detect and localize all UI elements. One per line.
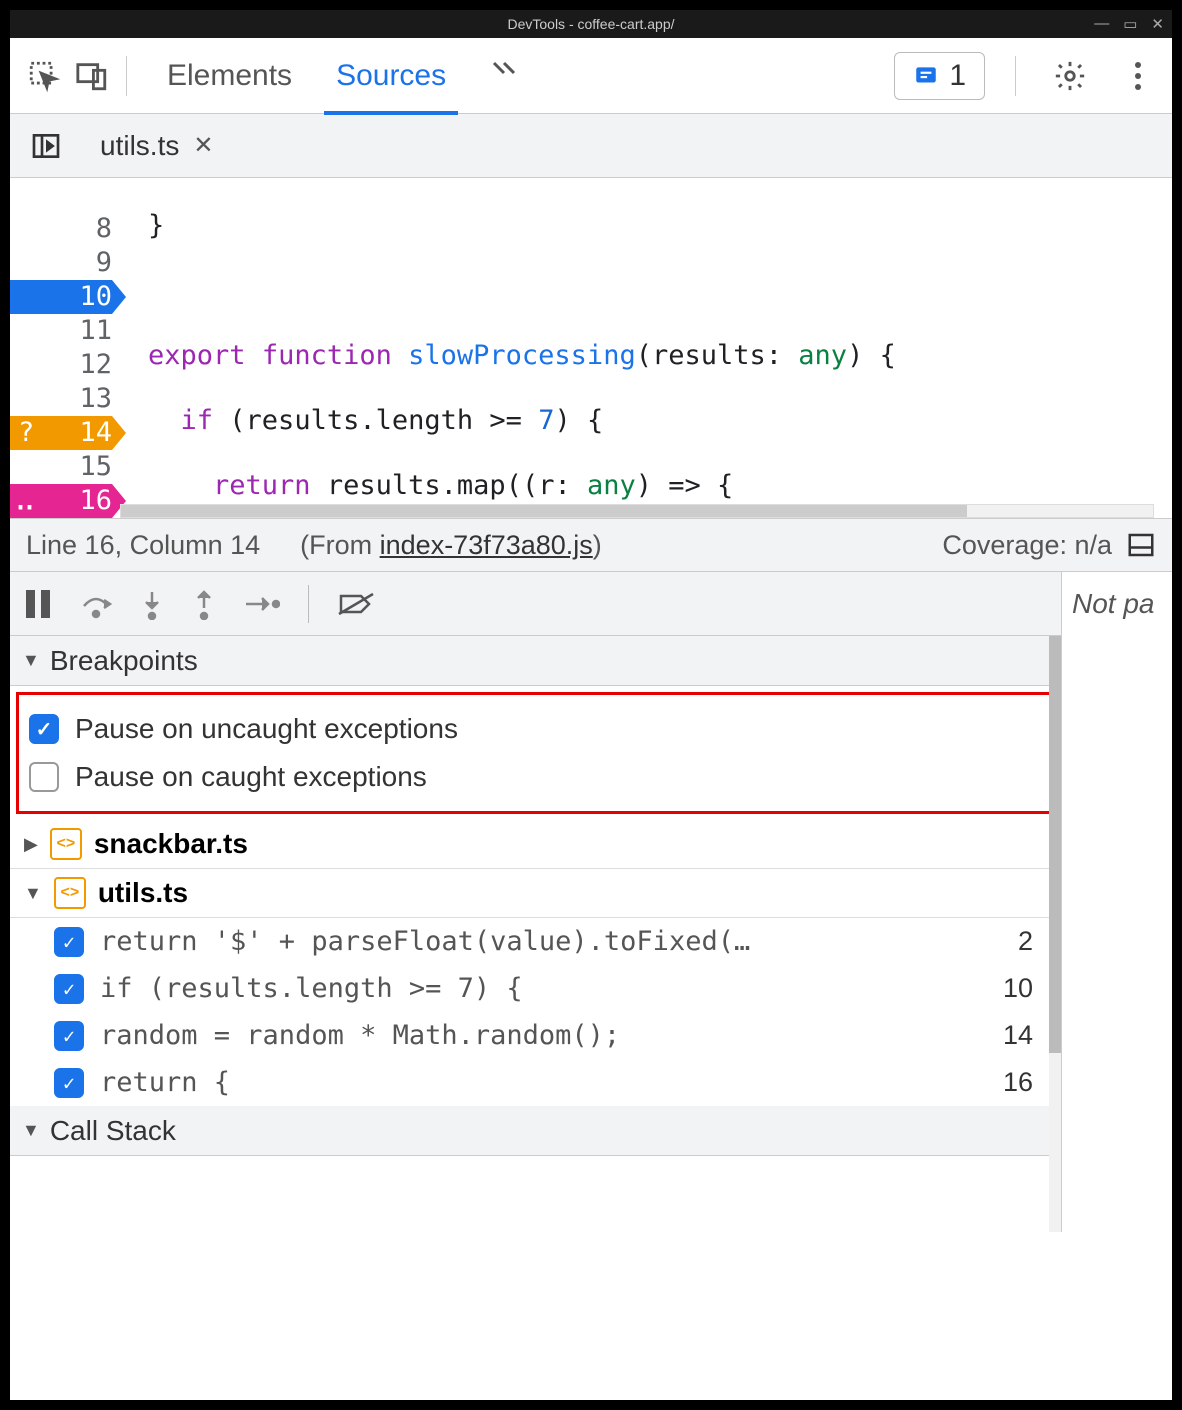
source-info: (From index-73f73a80.js)	[300, 530, 602, 561]
debug-separator	[308, 585, 309, 623]
toolbar-right: 1	[894, 52, 1162, 100]
coverage-info: Coverage: n/a	[942, 530, 1112, 561]
source-map-link[interactable]: index-73f73a80.js	[380, 530, 593, 560]
gutter-line[interactable]: 8	[10, 212, 112, 246]
script-icon: <>	[50, 828, 82, 860]
gutter-line[interactable]: 9	[10, 246, 112, 280]
code-editor[interactable]: 8 9 10 11 12 13 14 15 16 } export functi…	[10, 178, 1172, 518]
breakpoint-item[interactable]: return { 16	[10, 1059, 1061, 1106]
breakpoints-label: Breakpoints	[50, 645, 198, 677]
debug-toolbar	[10, 572, 1061, 636]
breakpoint-code: if (results.length >= 7) {	[100, 973, 523, 1004]
expand-icon: ▶	[24, 834, 38, 855]
device-toggle-icon[interactable]	[68, 52, 116, 100]
breakpoint-code: random = random * Math.random();	[100, 1020, 620, 1051]
bp-file-snackbar[interactable]: ▶ <> snackbar.ts	[10, 820, 1061, 869]
file-tab-label: utils.ts	[100, 130, 179, 162]
pause-resume-icon[interactable]	[24, 588, 52, 620]
file-tab-utils[interactable]: utils.ts ✕	[82, 114, 231, 182]
pause-uncaught-label: Pause on uncaught exceptions	[75, 713, 458, 745]
breakpoint-item[interactable]: if (results.length >= 7) { 10	[10, 965, 1061, 1012]
pause-uncaught-checkbox[interactable]	[29, 714, 59, 744]
debugger-panes: ▼ Breakpoints Pause on uncaught exceptio…	[10, 572, 1172, 1232]
gutter-line-conditional-bp[interactable]: 14	[10, 416, 112, 450]
more-tabs-icon[interactable]	[490, 41, 526, 111]
issue-icon	[913, 63, 939, 89]
callstack-label: Call Stack	[50, 1115, 176, 1147]
settings-icon[interactable]	[1046, 52, 1094, 100]
breakpoint-line: 10	[1003, 973, 1047, 1004]
titlebar: DevTools - coffee-cart.app/ — ▭ ✕	[10, 10, 1172, 38]
tab-elements[interactable]: Elements	[167, 41, 292, 111]
step-out-icon[interactable]	[192, 588, 216, 620]
close-tab-icon[interactable]: ✕	[193, 131, 213, 160]
gutter-line[interactable]	[10, 178, 112, 212]
debugger-right-pane: Not pa	[1062, 572, 1172, 1232]
gutter-line[interactable]: 15	[10, 450, 112, 484]
cursor-position: Line 16, Column 14	[26, 530, 260, 561]
breakpoint-code: return {	[100, 1067, 230, 1098]
breakpoint-line: 2	[1018, 926, 1047, 957]
inspect-element-icon[interactable]	[20, 52, 68, 100]
breakpoint-checkbox[interactable]	[54, 974, 84, 1004]
bp-file-label: utils.ts	[98, 877, 188, 909]
collapse-icon: ▼	[22, 1120, 40, 1141]
toolbar-separator	[126, 56, 127, 96]
tab-sources[interactable]: Sources	[336, 41, 446, 111]
navigator-toggle-icon[interactable]	[10, 130, 82, 162]
breakpoint-item[interactable]: return '$' + parseFloat(value).toFixed(……	[10, 918, 1061, 965]
pause-uncaught-row[interactable]: Pause on uncaught exceptions	[29, 705, 1042, 753]
minimize-button[interactable]: —	[1094, 15, 1109, 33]
breakpoint-line: 14	[1003, 1020, 1047, 1051]
breakpoints-section-header[interactable]: ▼ Breakpoints	[10, 636, 1061, 686]
window-controls: — ▭ ✕	[1094, 15, 1164, 33]
code-body[interactable]: } export function slowProcessing(results…	[138, 178, 1172, 518]
breakpoint-line: 16	[1003, 1067, 1047, 1098]
breakpoint-checkbox[interactable]	[54, 1021, 84, 1051]
collapse-icon: ▼	[22, 650, 40, 671]
pause-caught-label: Pause on caught exceptions	[75, 761, 427, 793]
breakpoints-panel: Pause on uncaught exceptions Pause on ca…	[10, 686, 1061, 1106]
issues-count: 1	[949, 59, 966, 93]
pause-caught-row[interactable]: Pause on caught exceptions	[29, 753, 1042, 801]
script-icon: <>	[54, 877, 86, 909]
editor-status-bar: Line 16, Column 14 (From index-73f73a80.…	[10, 518, 1172, 572]
step-icon[interactable]	[244, 592, 280, 616]
breakpoint-item[interactable]: random = random * Math.random(); 14	[10, 1012, 1061, 1059]
step-into-icon[interactable]	[140, 588, 164, 620]
maximize-button[interactable]: ▭	[1123, 15, 1137, 33]
bp-file-label: snackbar.ts	[94, 828, 248, 860]
breakpoint-code: return '$' + parseFloat(value).toFixed(…	[100, 926, 750, 957]
breakpoint-checkbox[interactable]	[54, 927, 84, 957]
vertical-scrollbar[interactable]	[1049, 636, 1061, 1232]
file-tab-bar: utils.ts ✕	[10, 114, 1172, 178]
gutter-line[interactable]: 13	[10, 382, 112, 416]
exception-settings-highlight: Pause on uncaught exceptions Pause on ca…	[16, 692, 1055, 814]
close-button[interactable]: ✕	[1151, 15, 1164, 33]
step-over-icon[interactable]	[80, 588, 112, 620]
debugger-sidebar: ▼ Breakpoints Pause on uncaught exceptio…	[10, 572, 1062, 1232]
bp-file-utils[interactable]: ▼ <> utils.ts	[10, 869, 1061, 918]
toolbar-separator-2	[1015, 56, 1016, 96]
breakpoint-checkbox[interactable]	[54, 1068, 84, 1098]
gutter-line-breakpoint[interactable]: 10	[10, 280, 112, 314]
bottom-drawer-icon[interactable]	[1126, 530, 1156, 560]
issues-button[interactable]: 1	[894, 52, 985, 100]
pause-caught-checkbox[interactable]	[29, 762, 59, 792]
deactivate-breakpoints-icon[interactable]	[337, 590, 375, 618]
window-title: DevTools - coffee-cart.app/	[507, 16, 674, 32]
callstack-section-header[interactable]: ▼ Call Stack	[10, 1106, 1061, 1156]
more-menu-icon[interactable]	[1114, 52, 1162, 100]
not-paused-text: Not pa	[1072, 588, 1155, 619]
gutter-line[interactable]: 11	[10, 314, 112, 348]
gutter-line[interactable]: 12	[10, 348, 112, 382]
line-gutter[interactable]: 8 9 10 11 12 13 14 15 16	[10, 178, 138, 518]
tab-panel: Elements Sources	[167, 41, 526, 111]
horizontal-scrollbar[interactable]	[120, 504, 1154, 518]
gutter-line-logpoint[interactable]: 16	[10, 484, 112, 518]
collapse-icon: ▼	[24, 883, 42, 904]
devtools-window: DevTools - coffee-cart.app/ — ▭ ✕ Elemen…	[10, 10, 1172, 1400]
main-toolbar: Elements Sources 1	[10, 38, 1172, 114]
